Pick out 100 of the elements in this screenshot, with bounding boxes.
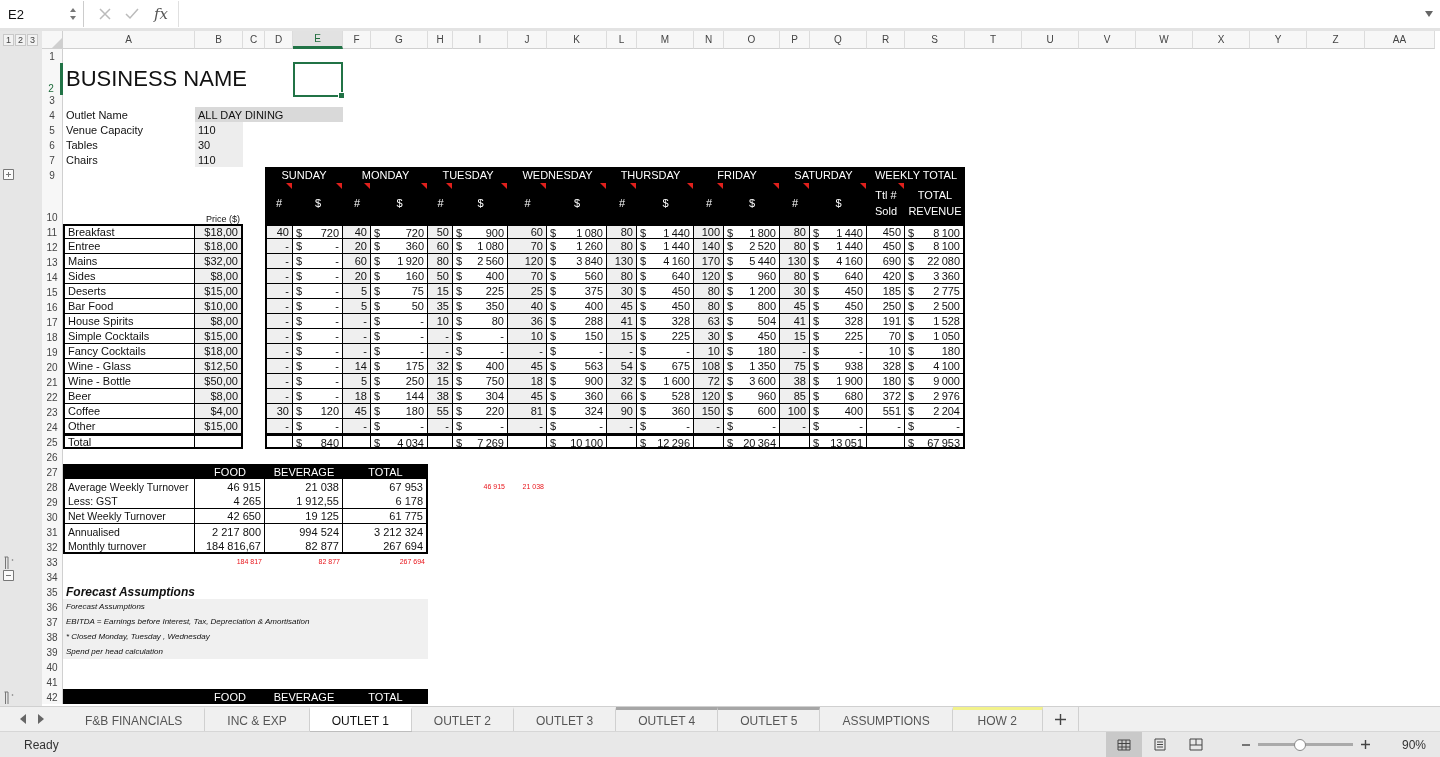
- table-cell: $ -: [293, 314, 343, 329]
- table-cell: $ 324: [547, 404, 607, 419]
- row-header[interactable]: 31: [42, 524, 63, 539]
- table-cell: $10,00: [195, 299, 243, 314]
- row-header[interactable]: 3: [42, 95, 63, 107]
- row-header[interactable]: 40: [42, 659, 63, 674]
- row-header[interactable]: 17: [42, 314, 63, 329]
- column-header[interactable]: N: [694, 31, 724, 49]
- row-header[interactable]: 15: [42, 284, 63, 299]
- column-header[interactable]: P: [780, 31, 810, 49]
- row-header[interactable]: 28: [42, 479, 63, 494]
- column-header[interactable]: D: [265, 31, 293, 49]
- column-header[interactable]: X: [1193, 31, 1250, 49]
- table-cell: $ 3 360: [905, 269, 965, 284]
- table-cell: 75: [780, 359, 810, 374]
- row-header[interactable]: 1: [42, 49, 63, 63]
- row-header[interactable]: 34: [42, 569, 63, 584]
- outline-level-button[interactable]: 1: [3, 34, 14, 46]
- row-header[interactable]: 11: [42, 224, 63, 239]
- sheet-tab[interactable]: OUTLET 2: [411, 707, 514, 731]
- row-header[interactable]: 36: [42, 599, 63, 614]
- sheet-tab[interactable]: OUTLET 1: [309, 707, 412, 731]
- column-header[interactable]: T: [965, 31, 1022, 49]
- table-cell: $ -: [547, 419, 607, 434]
- row-header[interactable]: 18: [42, 329, 63, 344]
- column-header[interactable]: F: [343, 31, 371, 49]
- insert-function-button[interactable]: fx: [154, 5, 168, 23]
- column-header[interactable]: Z: [1307, 31, 1365, 49]
- outline-level-button[interactable]: 3: [27, 34, 38, 46]
- name-box[interactable]: E2: [0, 1, 84, 27]
- row-header[interactable]: 23: [42, 404, 63, 419]
- sheet-tab[interactable]: F&B FINANCIALS: [63, 707, 206, 731]
- row-header[interactable]: 12: [42, 239, 63, 254]
- row-header[interactable]: 42: [42, 689, 63, 704]
- row-header[interactable]: 29: [42, 494, 63, 509]
- row-header[interactable]: 19: [42, 344, 63, 359]
- row-header[interactable]: 10: [42, 182, 63, 224]
- row-header[interactable]: 16: [42, 299, 63, 314]
- table-cell: 45: [343, 404, 371, 419]
- column-header[interactable]: B: [195, 31, 243, 49]
- table-cell: $ 220: [453, 404, 508, 419]
- table-cell: $ 8 100: [905, 224, 965, 239]
- table-cell: $ 680: [810, 389, 867, 404]
- row-header[interactable]: 6: [42, 137, 63, 152]
- row-header[interactable]: 4: [42, 107, 63, 122]
- row-header[interactable]: 32: [42, 539, 63, 554]
- column-header[interactable]: Q: [810, 31, 867, 49]
- column-header[interactable]: C: [243, 31, 265, 49]
- column-header[interactable]: G: [371, 31, 428, 49]
- row-header[interactable]: 37: [42, 614, 63, 629]
- column-header[interactable]: S: [905, 31, 965, 49]
- row-header[interactable]: 5: [42, 122, 63, 137]
- sheet-tab[interactable]: ASSUMPTIONS: [820, 707, 953, 731]
- table-cell: $ 1 050: [905, 329, 965, 344]
- row-header[interactable]: 27: [42, 464, 63, 479]
- column-header[interactable]: R: [867, 31, 905, 49]
- column-header[interactable]: U: [1022, 31, 1079, 49]
- row-header[interactable]: 24: [42, 419, 63, 434]
- column-header[interactable]: H: [428, 31, 453, 49]
- row-header[interactable]: 14: [42, 269, 63, 284]
- table-cell: 20: [343, 239, 371, 254]
- table-cell: $ 400: [547, 299, 607, 314]
- row-header[interactable]: 7: [42, 152, 63, 167]
- row-header[interactable]: 20: [42, 359, 63, 374]
- table-cell: 18: [343, 389, 371, 404]
- table-cell: $ -: [293, 269, 343, 284]
- table-cell: $ -: [293, 419, 343, 434]
- column-header[interactable]: E: [293, 31, 343, 49]
- row-header[interactable]: 21: [42, 374, 63, 389]
- row-header[interactable]: 30: [42, 509, 63, 524]
- column-header[interactable]: V: [1079, 31, 1136, 49]
- table-cell: $ 400: [810, 404, 867, 419]
- column-header[interactable]: M: [637, 31, 694, 49]
- row-header[interactable]: 25: [42, 434, 63, 449]
- column-header[interactable]: L: [607, 31, 637, 49]
- column-header[interactable]: K: [547, 31, 607, 49]
- sheet-tab[interactable]: INC & EXP: [205, 707, 310, 731]
- row-header[interactable]: 38: [42, 629, 63, 644]
- column-header[interactable]: J: [508, 31, 547, 49]
- column-header[interactable]: A: [63, 31, 195, 49]
- row-header[interactable]: 33: [42, 554, 63, 569]
- table-cell: $ 12 296: [637, 434, 694, 449]
- row-header[interactable]: 2: [42, 63, 63, 95]
- row-header[interactable]: 41: [42, 674, 63, 689]
- row-header[interactable]: 13: [42, 254, 63, 269]
- sheet-tab[interactable]: OUTLET 3: [514, 707, 617, 731]
- outline-level-button[interactable]: 2: [15, 34, 26, 46]
- column-header[interactable]: I: [453, 31, 508, 49]
- row-header[interactable]: 35: [42, 584, 63, 599]
- column-header[interactable]: Y: [1250, 31, 1307, 49]
- column-header[interactable]: W: [1136, 31, 1193, 49]
- row-header[interactable]: 22: [42, 389, 63, 404]
- column-header[interactable]: O: [724, 31, 780, 49]
- row-header[interactable]: 39: [42, 644, 63, 659]
- table-cell: Bar Food: [63, 299, 195, 314]
- table-cell: $ -: [810, 344, 867, 359]
- row-header[interactable]: 9: [42, 167, 63, 182]
- table-cell: -: [867, 419, 905, 434]
- row-header[interactable]: 26: [42, 449, 63, 464]
- column-header[interactable]: AA: [1365, 31, 1435, 49]
